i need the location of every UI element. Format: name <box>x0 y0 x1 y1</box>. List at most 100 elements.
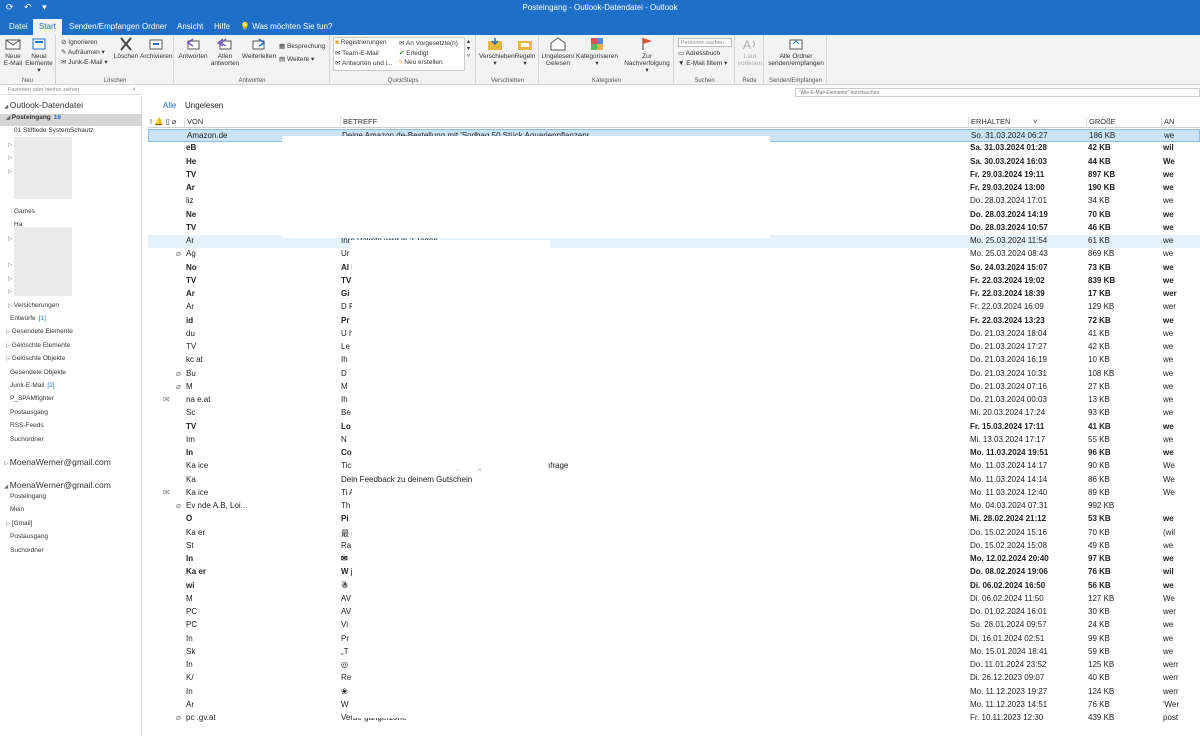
message-row[interactable]: Ka erW jetzt erhältlichDo. 08.02.2024 19… <box>148 566 1200 579</box>
addressbook-button[interactable]: ▭ Adressbuch <box>678 49 720 57</box>
account-folder-item[interactable]: Posteingang <box>0 493 142 505</box>
forward-button[interactable]: Weiterleiten <box>241 37 277 60</box>
folder-item[interactable]: Suchordner <box>0 436 142 448</box>
message-row[interactable]: ✉ na e.at Ih Do. 21.03.2024 00:03 13 KB we <box>148 394 1200 407</box>
account-folder-item[interactable]: Suchordner <box>0 547 142 559</box>
message-row[interactable]: ArD Fach...".Fr. 22.03.2024 16:09129 KBw… <box>148 301 1200 314</box>
message-row[interactable]: Ka iceTicket-Ref. TT-MONDKLASGET | Neuig… <box>148 460 1200 473</box>
folder-item[interactable]: P_SPAMfighter <box>0 395 142 407</box>
message-row[interactable]: ⌀ Ag Ur Mo. 25.03.2024 08:43 869 KB we <box>148 248 1200 261</box>
message-row[interactable]: TV Lo Fr. 15.03.2024 17:11 41 KB we <box>148 421 1200 434</box>
more-button[interactable]: ▤ Weitere ▾ <box>279 55 314 63</box>
tell-me-box[interactable]: 💡 Was möchten Sie tun? <box>234 19 338 35</box>
subfolder-item[interactable]: ▷ Versicherungen <box>0 302 142 314</box>
folder-posteingang[interactable]: ◢ Posteingang 16 <box>0 114 142 126</box>
message-row[interactable]: ArGi 9948Fr. 22.03.2024 18:3917 KBwer <box>148 288 1200 301</box>
rules-button[interactable]: Regeln ▾ <box>513 37 537 67</box>
quickstep-erledigt[interactable]: ✔ Erledigt <box>399 49 428 57</box>
folder-item[interactable]: ▷ Gelöschte Objekte <box>0 355 142 367</box>
filter-unread[interactable]: Ungelesen <box>185 101 223 110</box>
col-erhalten[interactable]: ERHALTEN ˅ <box>968 117 1086 128</box>
message-row[interactable]: Ar W Mo. 11.12.2023 14:51 76 KB 'Wer <box>148 699 1200 712</box>
message-row[interactable]: ⌀pc .gv.atVerbe gängerzoneFr. 10.11.2023… <box>148 712 1200 725</box>
message-row[interactable]: Sc Be Mi. 20.03.2024 17:24 93 KB we <box>148 407 1200 420</box>
quickstep-team[interactable]: ✉ Team-E-Mail <box>335 49 379 57</box>
new-items-button[interactable]: Neue Elemente ▾ <box>24 37 54 74</box>
move-button[interactable]: Verschieben ▾ <box>479 37 515 67</box>
account-folder-item[interactable]: Mein <box>0 506 142 518</box>
message-row[interactable]: In ❀ Mo. 11.12.2023 19:27 124 KB werr <box>148 686 1200 699</box>
people-search-input[interactable]: Personen suchen <box>678 38 732 47</box>
ignore-button[interactable]: ⊘ Ignorieren <box>61 38 98 46</box>
col-betreff[interactable]: BETREFF <box>340 117 968 128</box>
message-row[interactable]: TV Le Do. 21.03.2024 17:27 42 KB we <box>148 341 1200 354</box>
message-row[interactable]: kc at Ih Do. 21.03.2024 16:19 10 KB we <box>148 354 1200 367</box>
message-row[interactable]: Im N Mi. 13.03.2024 17:17 55 KB we <box>148 434 1200 447</box>
tab-hilfe[interactable]: Hilfe <box>208 19 236 35</box>
message-row[interactable]: K/Re Di. 26.12.2023 09:07 40 KB werr <box>148 672 1200 685</box>
favorites-search[interactable]: Favoriten oder hierhin ziehen <box>0 85 142 95</box>
message-row[interactable]: M AV Di. 06.02.2024 11:50 127 KB We <box>148 593 1200 606</box>
send-receive-all-button[interactable]: Alle Ordner senden/empfangen <box>767 37 825 67</box>
quickstep-neu[interactable]: ϟ Neu erstellen <box>399 59 443 66</box>
delete-button[interactable]: Löschen <box>113 37 139 60</box>
tab-ansicht[interactable]: Ansicht <box>171 19 209 35</box>
message-row[interactable]: ⌀ M M Do. 21.03.2024 07:16 27 KB we <box>148 381 1200 394</box>
reply-all-button[interactable]: Allen antworten <box>209 37 241 67</box>
message-row[interactable]: wi ☃ Di. 06.02.2024 16:50 56 KB we <box>148 580 1200 593</box>
message-row[interactable]: StRa n verfügbar!Do. 15.02.2024 15:0849 … <box>148 540 1200 553</box>
archive-button[interactable]: Archivieren <box>140 37 173 60</box>
unread-read-button[interactable]: Ungelesen/ Gelesen <box>540 37 576 67</box>
col-groesse[interactable]: GRÖßE <box>1086 117 1161 128</box>
col-an[interactable]: AN <box>1161 117 1200 128</box>
tab-senden-empfangen[interactable]: Senden/Empfangen <box>63 19 146 35</box>
new-email-button[interactable]: Neue E-Mail <box>2 37 24 67</box>
read-aloud-button[interactable]: A Laut vorlesen <box>737 37 763 67</box>
message-row[interactable]: In Co Mo. 11.03.2024 19:51 96 KB we <box>148 447 1200 460</box>
folder-item[interactable]: ▷ Gesendete Elemente <box>0 328 142 340</box>
account-folder-item[interactable]: Postausgang <box>0 533 142 545</box>
message-row[interactable]: TVTV d GrisuFr. 22.03.2024 19:02839 KBwe <box>148 275 1200 288</box>
tab-ordner[interactable]: Ordner <box>136 19 173 35</box>
folder-item[interactable]: Postausgang <box>0 409 142 421</box>
folder-item[interactable]: Gesendete Objekte <box>0 369 142 381</box>
quickstep-antworten-loeschen[interactable]: ✉ Antworten und l... <box>335 59 393 67</box>
folder-junk[interactable]: Junk-E-Mail [2] <box>0 382 142 394</box>
folder-entwuerfe[interactable]: Entwürfe [1] <box>0 315 142 327</box>
message-row[interactable]: PC AV Do. 01.02.2024 16:01 30 KB wer <box>148 606 1200 619</box>
quicksteps-scroll[interactable]: ▴ ▾ ▿ <box>467 38 470 59</box>
message-row[interactable]: ✉Ka iceTi AnfrageMo. 11.03.2024 12:4089 … <box>148 487 1200 500</box>
quickstep-vorgesetzte[interactable]: ✉ An Vorgesetzte(n) <box>399 39 458 47</box>
follow-up-button[interactable]: Zur Nachverfolgung ▾ <box>624 37 670 74</box>
message-row[interactable]: Ka er最 st-DLC für Railway Empire 2Do. 15… <box>148 527 1200 540</box>
message-row[interactable]: Sk „T Mo. 15.01.2024 18:41 59 KB we <box>148 646 1200 659</box>
message-row[interactable]: In ◎ Do. 11.01.2024 23:52 125 KB werr <box>148 659 1200 672</box>
junk-button[interactable]: ✉ Junk-E-Mail ▾ <box>61 58 108 66</box>
message-row[interactable]: In ✉ Mo. 12.02.2024 20:40 97 KB we <box>148 553 1200 566</box>
filter-email-button[interactable]: ▼ E-Mail filtern ▾ <box>678 59 727 67</box>
datafile-root[interactable]: ◢ Outlook-Datendatei <box>0 100 142 112</box>
message-row[interactable]: Ö Pi Mi. 28.02.2024 21:12 53 KB we <box>148 513 1200 526</box>
meeting-button[interactable]: ▦ Besprechung <box>279 42 325 50</box>
message-row[interactable]: ⌀ Bu D Do. 21.03.2024 10:31 108 KB we <box>148 368 1200 381</box>
message-row[interactable]: id Pr Fr. 22.03.2024 13:23 72 KB we <box>148 315 1200 328</box>
reply-button[interactable]: Antworten <box>177 37 209 60</box>
folder-item[interactable]: ▷ Gelöschte Elemente <box>0 342 142 354</box>
col-icons[interactable]: ! 🔔 ▯ ⌀ <box>148 117 184 128</box>
collapse-pane-icon[interactable]: ‹ <box>133 86 135 93</box>
account-folder-item[interactable]: ▷ [Gmail] <box>0 520 142 532</box>
message-row[interactable]: duU heidungDo. 21.03.2024 18:0441 KBwe <box>148 328 1200 341</box>
filter-all[interactable]: Alle <box>163 101 176 110</box>
message-row[interactable]: ⌀ Ev nde A.B, Loi... Th Mo. 04.03.2024 07:3… <box>148 500 1200 513</box>
tab-start[interactable]: Start <box>33 19 62 35</box>
col-von[interactable]: VON <box>184 117 340 128</box>
cleanup-button[interactable]: ✎ Aufräumen ▾ <box>61 48 105 56</box>
quickstep-registrierungen[interactable]: ■ Registrierungen <box>335 39 387 46</box>
message-row[interactable]: In Pr Di. 16.01.2024 02:51 99 KB we <box>148 633 1200 646</box>
message-row[interactable]: PC Vi So. 28.01.2024 09:57 24 KB we <box>148 619 1200 632</box>
message-row[interactable]: NoAl l ChapterSo. 24.03.2024 15:0773 KBw… <box>148 262 1200 275</box>
message-row[interactable]: Ka Dein Feedback zu deinem Gutschein Mo. 1… <box>148 474 1200 487</box>
mail-search-input[interactable]: "Alle E-Mail-Elemente" durchsuchen <box>795 88 1200 97</box>
subfolder-item[interactable]: Games <box>0 208 142 220</box>
categorize-button[interactable]: Kategorisieren ▾ <box>576 37 618 67</box>
